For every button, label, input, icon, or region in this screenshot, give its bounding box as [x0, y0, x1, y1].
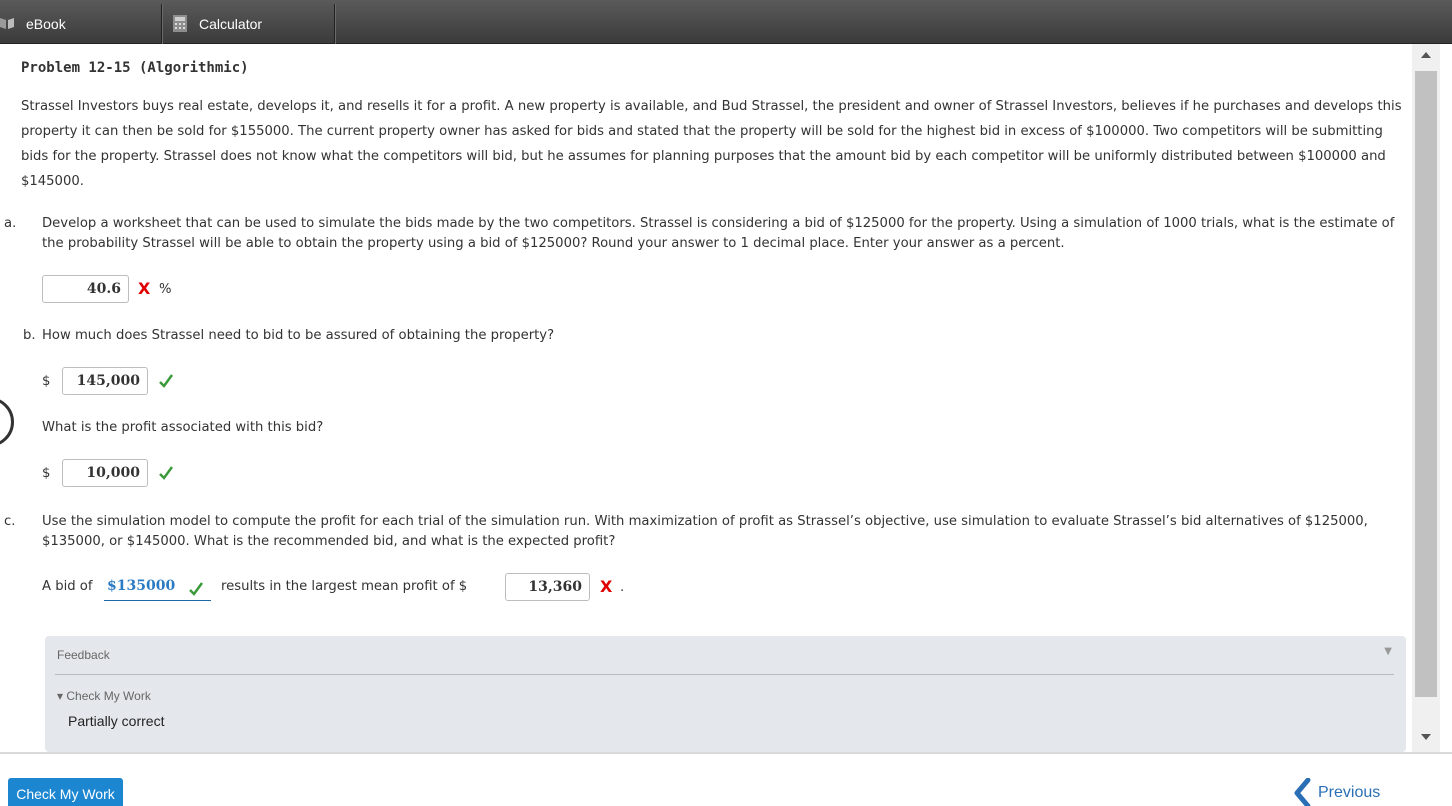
calculator-tab[interactable]: Calculator	[162, 4, 335, 44]
ebook-tab[interactable]: eBook	[0, 4, 162, 44]
part-c-prefix: A bid of	[42, 579, 93, 594]
part-a-question: a. Develop a worksheet that can be used t…	[4, 214, 1406, 254]
scroll-down-icon[interactable]	[1421, 734, 1431, 740]
bottom-nav-bar: Check My Work Previous	[0, 752, 1452, 806]
part-a-answer-input[interactable]: 40.6	[42, 275, 129, 303]
check-my-work-button[interactable]: Check My Work	[8, 778, 123, 806]
book-icon	[0, 18, 14, 29]
part-b-question: b. How much does Strassel need to bid to …	[23, 326, 554, 346]
feedback-divider	[55, 674, 1394, 675]
calculator-icon	[173, 15, 187, 32]
part-c-suffix: .	[620, 580, 625, 595]
ebook-label: eBook	[26, 16, 66, 32]
problem-content: Problem 12-15 (Algorithmic) Strassel Inv…	[0, 44, 1412, 752]
part-b-text: How much does Strassel need to bid to be…	[42, 328, 555, 343]
part-c-profit-input[interactable]: 13,360	[505, 573, 590, 601]
percent-unit: %	[159, 282, 172, 297]
check-my-work-toggle[interactable]: ▾ Check My Work	[57, 689, 151, 703]
top-toolbar: eBook Calculator	[0, 0, 1452, 44]
calculator-label: Calculator	[199, 16, 263, 32]
scrollbar-thumb[interactable]	[1415, 71, 1437, 697]
previous-button[interactable]: Previous	[1292, 778, 1392, 806]
part-b-bid-input[interactable]: 145,000	[62, 367, 148, 395]
part-b-followup: What is the profit associated with this …	[42, 420, 324, 435]
part-c-middle: results in the largest mean profit of $	[221, 579, 468, 594]
chevron-left-icon	[1294, 778, 1311, 806]
feedback-panel: Feedback ▼ ▾ Check My Work Partially cor…	[45, 636, 1406, 752]
correct-check-icon	[159, 374, 174, 388]
correct-check-icon	[159, 466, 174, 480]
correct-check-icon	[189, 582, 204, 596]
vertical-scrollbar[interactable]	[1412, 44, 1440, 752]
part-b-letter: b.	[23, 328, 36, 343]
part-c-letter: c.	[4, 514, 16, 529]
part-b-profit-input[interactable]: 10,000	[62, 459, 148, 487]
incorrect-x-icon: X	[600, 577, 613, 596]
profit-currency: $	[42, 466, 51, 481]
part-a-letter: a.	[4, 216, 17, 231]
feedback-status: Partially correct	[68, 713, 165, 729]
selected-bid-value: $135000	[107, 578, 176, 594]
scroll-up-icon[interactable]	[1421, 52, 1431, 58]
cursor-ring	[0, 397, 14, 447]
part-c-text: Use the simulation model to compute the …	[42, 514, 1368, 549]
part-c-question: c. Use the simulation model to compute th…	[4, 512, 1408, 552]
bid-currency: $	[42, 374, 51, 389]
problem-intro: Strassel Investors buys real estate, dev…	[21, 99, 1402, 189]
feedback-collapse-icon[interactable]: ▼	[1384, 646, 1392, 657]
problem-title: Problem 12-15 (Algorithmic)	[21, 60, 249, 76]
bid-select-dropdown[interactable]: $135000	[104, 575, 211, 601]
feedback-title: Feedback	[57, 648, 110, 662]
incorrect-x-icon: X	[138, 279, 151, 298]
previous-label: Previous	[1318, 784, 1381, 801]
part-a-text: Develop a worksheet that can be used to …	[42, 216, 1395, 251]
